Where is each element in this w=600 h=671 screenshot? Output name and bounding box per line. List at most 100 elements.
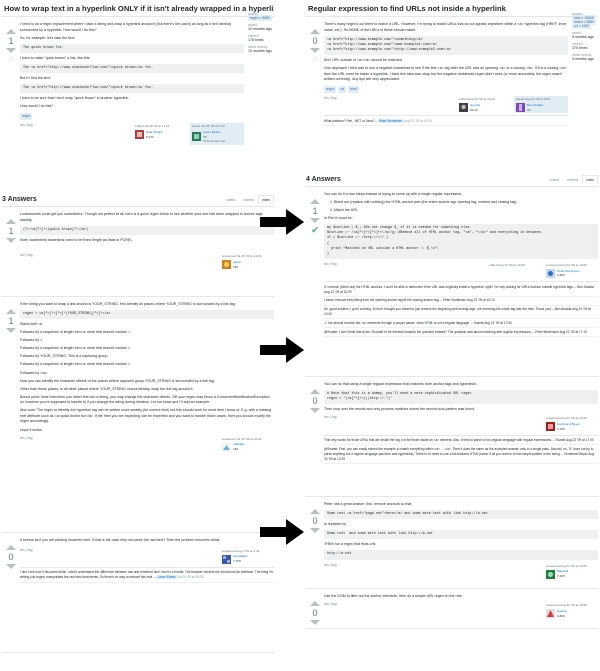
answerer-card: answered Aug 22 '09 at 10:20 Ferdinand B… — [544, 415, 598, 432]
post-menu[interactable]: link | flag — [324, 563, 337, 568]
question-para: So, for example: let's take the text: — [20, 35, 76, 40]
upvote-arrow-icon[interactable] — [6, 309, 16, 314]
upvote-arrow-icon[interactable] — [6, 219, 16, 224]
avatar[interactable] — [546, 422, 555, 432]
asker-card: asked Jul 28 '09 at 2:23 Loren Evans 70 44… — [190, 123, 244, 146]
tab-oldest[interactable]: oldest — [222, 195, 239, 204]
favorite-star-icon[interactable]: ☆ — [312, 55, 318, 63]
comment: @Svante: I don't think that is fair. Sho… — [324, 328, 598, 337]
post-menu[interactable]: link | flag — [20, 436, 33, 441]
downvote-arrow-icon[interactable] — [6, 564, 16, 569]
answered-date: answered Jul 28 '09 at 10:02 — [222, 436, 262, 441]
question-para: How would I do this? — [20, 104, 54, 109]
upvote-arrow-icon[interactable] — [310, 199, 320, 204]
answerer-rep: 7,025 — [557, 574, 565, 579]
answers-header: 3 Answers oldest newest votes — [2, 189, 274, 207]
avatar[interactable] — [222, 260, 231, 270]
asked-date: asked Aug 22 '09 at 9:53 — [516, 96, 550, 101]
answer-body: You can do it in two steps instead of tr… — [324, 191, 598, 373]
code-block: The <a href="http://www.stackoverflow.co… — [20, 63, 244, 73]
post-menu[interactable]: link | flag — [20, 253, 33, 258]
answer-post: 0 Use the DOM to filter out the anchor e… — [306, 589, 598, 629]
sidebar-tag[interactable]: regex × 5889 — [248, 15, 272, 21]
editor-rep: 5,073 — [146, 134, 154, 139]
comment: -1 You should remove the <a> elements th… — [324, 319, 598, 329]
avatar[interactable] — [222, 554, 231, 564]
answer-para: Followed by > — [20, 338, 43, 343]
avatar[interactable] — [459, 103, 468, 113]
upvote-arrow-icon[interactable] — [310, 29, 320, 34]
avatar[interactable] — [222, 442, 231, 452]
avatar[interactable] — [516, 103, 525, 113]
post-menu[interactable]: link | flag — [324, 96, 337, 101]
downvote-arrow-icon[interactable] — [6, 238, 16, 243]
favorite-star-icon[interactable]: ☆ — [8, 55, 14, 63]
post-tag[interactable]: html — [348, 85, 359, 93]
downvote-arrow-icon[interactable] — [310, 528, 320, 533]
tab-newest[interactable]: newest — [239, 195, 258, 204]
question-title[interactable]: How to wrap text in a hyperlink ONLY if … — [2, 0, 274, 17]
post-menu[interactable]: link | flag — [324, 415, 337, 420]
editor-name[interactable]: Sean Bright — [146, 130, 162, 135]
answerer-rep: 183 — [233, 447, 239, 452]
code-block: (?<!<a[^>]*>)quick brown(?!</a>) — [20, 225, 274, 235]
downvote-arrow-icon[interactable] — [310, 218, 320, 223]
comment-user[interactable]: Loren Evans — [156, 575, 177, 580]
question-para: I want to make "quick brown" a link, lik… — [20, 55, 91, 60]
upvote-arrow-icon[interactable] — [6, 29, 16, 34]
question-title[interactable]: Regular expression to find URLs not insi… — [306, 0, 598, 17]
answerer-card: answered Aug 22 '09 at 10:55 Maxwell 7,02… — [544, 563, 598, 580]
asked-date: asked Jul 28 '09 at 2:23 — [192, 124, 225, 129]
editor-name[interactable]: Gumbo — [470, 103, 480, 108]
comment: I mean: remove everything from the openi… — [324, 297, 598, 306]
downvote-arrow-icon[interactable] — [310, 620, 320, 625]
avatar[interactable] — [192, 132, 201, 142]
code-block: # Note that this is a dummy, you'll need… — [324, 390, 598, 405]
avatar[interactable] — [546, 609, 555, 619]
question-body: There's many regex's out there to match … — [324, 21, 568, 164]
vote-count: 1 — [8, 316, 14, 326]
answerer-rep: 2,806 — [557, 273, 565, 278]
vote-cell: 0 — [306, 381, 324, 493]
answerer-card: answered Jul 28 '09 at 10:02 Yathakiv 183 — [220, 436, 274, 453]
tab-votes[interactable]: votes — [581, 175, 598, 184]
asker-card: asked Aug 22 '09 at 9:53 Ben Amada 35 — [514, 95, 568, 114]
asker-name[interactable]: Ben Amada — [527, 103, 543, 108]
upvote-arrow-icon[interactable] — [6, 545, 16, 550]
comment-user[interactable]: Peter Mortensen — [377, 118, 404, 123]
downvote-arrow-icon[interactable] — [6, 328, 16, 333]
upvote-arrow-icon[interactable] — [310, 389, 320, 394]
tab-oldest[interactable]: oldest — [546, 175, 563, 184]
answer-para: If the string you want to wrap a link ar… — [20, 302, 236, 306]
post-menu[interactable]: link | flag — [20, 548, 33, 553]
avatar[interactable] — [546, 268, 555, 278]
avatar[interactable] — [546, 569, 555, 579]
question-post: 0 ☆ There's many regex's out there to ma… — [306, 17, 568, 167]
upvote-arrow-icon[interactable] — [310, 601, 320, 606]
answer-para: Followed by a sequence of length zero or… — [20, 362, 131, 367]
question-sidebar: tagged html × 18665 regex × 5889 url × 1… — [572, 12, 598, 61]
answer-para: Use the DOM to filter out the anchor ele… — [324, 594, 463, 598]
upvote-arrow-icon[interactable] — [310, 509, 320, 514]
post-tag[interactable]: regex — [324, 85, 337, 93]
edited-date: edited Aug 22 '09 at 10:43 — [459, 96, 495, 101]
vote-cell: 1 ☆ — [2, 21, 20, 184]
code-block: http://a.net — [324, 550, 598, 560]
avatar[interactable] — [135, 130, 144, 140]
sidebar-tag[interactable]: url × 1192 — [572, 23, 591, 29]
tab-newest[interactable]: newest — [563, 175, 582, 184]
post-menu[interactable]: link | flag — [324, 262, 337, 267]
post-menu[interactable]: link | flag — [324, 602, 337, 607]
post-tag[interactable]: url — [338, 85, 347, 93]
downvote-arrow-icon[interactable] — [310, 48, 320, 53]
question-para: I want to be sure that I don't wrap "qui… — [20, 96, 130, 101]
accept-rate: 44% accept rate — [203, 139, 226, 144]
downvote-arrow-icon[interactable] — [310, 408, 320, 413]
right-arrow-icon — [260, 209, 304, 235]
post-menu[interactable]: link | flag — [20, 123, 33, 128]
tab-votes[interactable]: votes — [257, 195, 274, 204]
vote-count: 0 — [312, 608, 318, 618]
answerer-name[interactable]: Svante — [557, 609, 567, 614]
downvote-arrow-icon[interactable] — [6, 48, 16, 53]
post-tag[interactable]: regex — [20, 112, 33, 121]
